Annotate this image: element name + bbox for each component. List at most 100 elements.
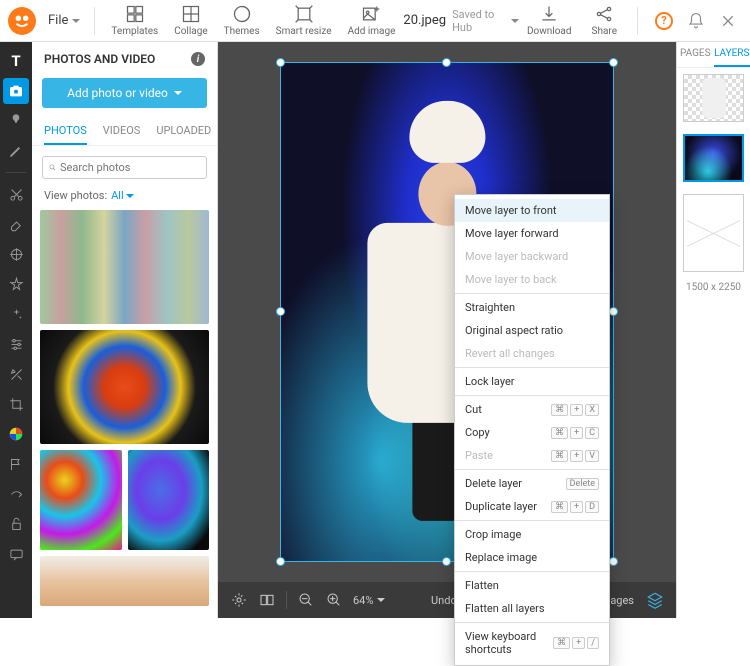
ctx-flatten[interactable]: Flatten — [455, 574, 609, 597]
divider — [455, 571, 609, 572]
ctx-replace[interactable]: Replace image — [455, 546, 609, 569]
left-panel: PHOTOS AND VIDEO i Add photo or video PH… — [32, 42, 218, 618]
ctx-copy[interactable]: Copy⌘+C — [455, 421, 609, 444]
photos-tool[interactable] — [3, 78, 29, 104]
sparkle-tool[interactable] — [3, 301, 29, 327]
ctx-aspect[interactable]: Original aspect ratio — [455, 319, 609, 342]
divider — [455, 395, 609, 396]
layer-thumb[interactable] — [683, 74, 744, 122]
info-icon[interactable]: i — [191, 52, 205, 66]
resize-handle[interactable] — [276, 557, 285, 566]
ctx-crop[interactable]: Crop image — [455, 523, 609, 546]
view-photos-row: View photos: All — [32, 189, 217, 210]
flag-tool[interactable] — [3, 451, 29, 477]
panel-title: PHOTOS AND VIDEO — [44, 52, 155, 66]
download-button[interactable]: Download — [519, 2, 580, 39]
canvas-dimensions: 1500 x 2250 — [677, 278, 750, 297]
ctx-move-back: Move layer to back — [455, 268, 609, 291]
wand-tool[interactable] — [3, 241, 29, 267]
arrow-tool[interactable] — [3, 481, 29, 507]
ctx-cut[interactable]: Cut⌘+X — [455, 398, 609, 421]
tab-pages[interactable]: PAGES — [677, 42, 714, 67]
templates-button[interactable]: Templates — [103, 2, 166, 39]
stock-photo-thumb[interactable] — [40, 556, 209, 606]
ctx-flatten-all[interactable]: Flatten all layers — [455, 597, 609, 620]
close-button[interactable] — [714, 7, 742, 35]
graphics-tool[interactable] — [3, 108, 29, 134]
panel-tabs: PHOTOS VIDEOS UPLOADED — [32, 118, 217, 146]
ctx-move-backward: Move layer backward — [455, 245, 609, 268]
ctx-move-front[interactable]: Move layer to front — [455, 199, 609, 222]
saved-status[interactable]: Saved to Hub — [452, 8, 519, 34]
chevron-down-icon — [511, 19, 519, 23]
stock-photo-thumb[interactable] — [40, 450, 122, 550]
chevron-down-icon — [126, 194, 134, 198]
eraser-tool[interactable] — [3, 211, 29, 237]
ctx-shortcuts[interactable]: View keyboard shortcuts⌘+/ — [455, 625, 609, 661]
view-filter-dropdown[interactable]: All — [111, 189, 134, 202]
stock-photo-thumb[interactable] — [128, 450, 210, 550]
zoom-level[interactable]: 64% — [353, 594, 385, 607]
add-photo-video-button[interactable]: Add photo or video — [42, 78, 207, 108]
stock-photo-thumb[interactable] — [40, 330, 209, 444]
layer-thumb[interactable] — [683, 134, 744, 182]
enhance-tool[interactable] — [3, 361, 29, 387]
divider — [455, 469, 609, 470]
chevron-down-icon — [72, 19, 80, 23]
color-tool[interactable] — [3, 421, 29, 447]
ctx-lock[interactable]: Lock layer — [455, 370, 609, 393]
chevron-down-icon — [377, 598, 385, 602]
resize-handle[interactable] — [442, 58, 451, 67]
tab-layers[interactable]: LAYERS — [714, 42, 750, 67]
themes-button[interactable]: Themes — [216, 2, 268, 39]
resize-handle[interactable] — [609, 58, 618, 67]
zoom-in-button[interactable] — [325, 591, 343, 609]
right-panel: PAGES LAYERS 1500 x 2250 — [676, 42, 750, 618]
canvas-area: Move layer to front Move layer forward M… — [218, 42, 676, 618]
compare-icon[interactable] — [258, 591, 276, 609]
left-tool-rail: T — [0, 42, 32, 618]
resize-handle[interactable] — [609, 307, 618, 316]
cut-tool[interactable] — [3, 181, 29, 207]
ctx-move-forward[interactable]: Move layer forward — [455, 222, 609, 245]
divider — [637, 7, 638, 35]
ctx-delete[interactable]: Delete layerDelete — [455, 472, 609, 495]
chat-tool[interactable] — [3, 541, 29, 567]
search-input[interactable] — [60, 161, 200, 174]
title-area: 20.jpeg Saved to Hub — [403, 8, 519, 34]
add-image-button[interactable]: Add image — [340, 2, 404, 39]
divider — [6, 172, 26, 173]
crop-tool[interactable] — [3, 391, 29, 417]
settings-icon[interactable] — [230, 591, 248, 609]
notifications-button[interactable] — [682, 7, 710, 35]
file-menu[interactable]: File — [42, 9, 86, 32]
divider — [455, 622, 609, 623]
canvas-viewport[interactable]: Move layer to front Move layer forward M… — [218, 42, 676, 582]
draw-tool[interactable] — [3, 138, 29, 164]
help-button[interactable]: ? — [650, 7, 678, 35]
adjust-tool[interactable] — [3, 331, 29, 357]
zoom-out-button[interactable] — [297, 591, 315, 609]
divider — [455, 367, 609, 368]
app-logo[interactable] — [8, 7, 36, 35]
tab-photos[interactable]: PHOTOS — [44, 118, 87, 145]
rotate-tool[interactable] — [3, 511, 29, 537]
resize-handle[interactable] — [276, 58, 285, 67]
ctx-straighten[interactable]: Straighten — [455, 296, 609, 319]
resize-handle[interactable] — [276, 307, 285, 316]
star-tool[interactable] — [3, 271, 29, 297]
smart-resize-button[interactable]: Smart resize — [268, 2, 340, 39]
ctx-duplicate[interactable]: Duplicate layer⌘+D — [455, 495, 609, 518]
tab-uploaded[interactable]: UPLOADED — [156, 118, 211, 145]
search-box[interactable] — [42, 156, 207, 179]
share-button[interactable]: Share — [584, 2, 625, 39]
resize-handle[interactable] — [609, 557, 618, 566]
text-tool[interactable]: T — [3, 48, 29, 74]
tab-videos[interactable]: VIDEOS — [103, 118, 141, 145]
collage-button[interactable]: Collage — [166, 2, 215, 39]
file-label: File — [48, 13, 68, 28]
stock-photo-thumb[interactable] — [40, 210, 209, 324]
layers-panel-button[interactable] — [646, 591, 664, 609]
layer-thumb-canvas[interactable] — [683, 194, 744, 272]
resize-handle[interactable] — [442, 557, 451, 566]
